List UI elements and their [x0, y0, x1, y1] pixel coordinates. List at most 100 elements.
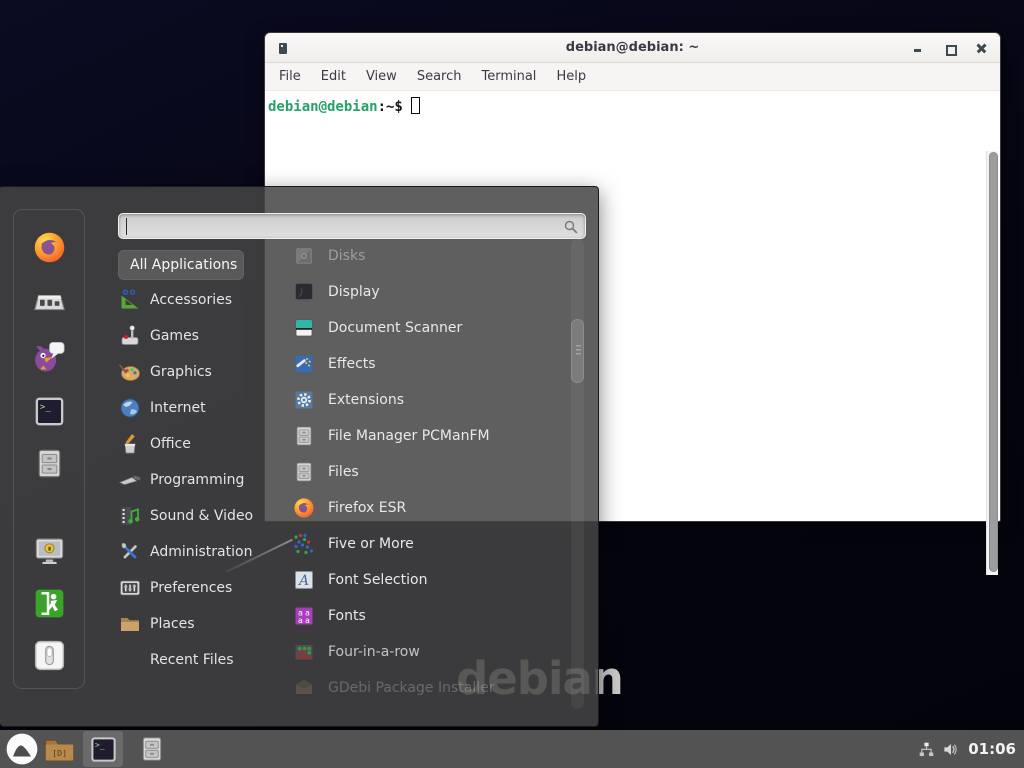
favorites-sidebar: >_: [13, 209, 85, 689]
category-preferences[interactable]: Preferences: [118, 571, 278, 605]
app-label: Font Selection: [328, 572, 427, 588]
app-files[interactable]: Files: [292, 455, 556, 489]
category-graphics[interactable]: Graphics: [118, 355, 278, 389]
terminal-app-icon: [279, 43, 287, 54]
distro-logo-icon: [5, 732, 39, 766]
category-administration[interactable]: Administration: [118, 535, 278, 569]
category-label: Internet: [150, 400, 206, 416]
sound-video-icon: [118, 504, 142, 528]
app-list-scrollbar-thumb[interactable]: [571, 319, 584, 383]
app-label: Disks: [328, 248, 365, 264]
app-firefox-esr[interactable]: Firefox ESR: [292, 491, 556, 525]
category-label: Programming: [150, 472, 244, 488]
disks-icon: [292, 244, 316, 268]
category-all-applications[interactable]: All Applications: [118, 250, 244, 280]
files-launcher[interactable]: [133, 731, 171, 767]
app-label: Files: [328, 464, 359, 480]
file-cabinet-icon: [137, 733, 167, 765]
graphics-icon: [118, 360, 142, 384]
extensions-icon: [292, 388, 316, 412]
internet-icon: [118, 396, 142, 420]
app-fonts[interactable]: aaaa Fonts: [292, 599, 556, 633]
category-places[interactable]: Places: [118, 607, 278, 641]
log-out-icon[interactable]: [28, 582, 70, 624]
category-label: Office: [150, 436, 191, 452]
places-folder-icon: [118, 612, 142, 636]
application-menu: >_ All Applications: [0, 186, 599, 727]
font-selection-icon: A: [292, 568, 316, 592]
lock-screen-icon[interactable]: [28, 530, 70, 572]
folder-icon: [D]: [43, 735, 76, 764]
svg-text:a: a: [298, 616, 303, 625]
category-internet[interactable]: Internet: [118, 391, 278, 425]
four-in-a-row-icon: [292, 640, 316, 664]
administration-icon: [118, 540, 142, 564]
menu-terminal[interactable]: Terminal: [471, 63, 546, 90]
app-gdebi-package-installer[interactable]: GDebi Package Installer: [292, 671, 556, 705]
terminal-task-button[interactable]: >_: [83, 731, 123, 767]
menu-search[interactable]: Search: [407, 63, 472, 90]
app-label: Document Scanner: [328, 320, 462, 336]
app-font-selection[interactable]: A Font Selection: [292, 563, 556, 597]
shut-down-icon[interactable]: [28, 634, 70, 676]
file-manager-launcher[interactable]: [D]: [40, 731, 78, 767]
app-display[interactable]: Display: [292, 275, 556, 309]
games-icon: [118, 324, 142, 348]
app-label: GDebi Package Installer: [328, 680, 494, 696]
category-label: Graphics: [150, 364, 212, 380]
app-extensions[interactable]: Extensions: [292, 383, 556, 417]
prompt-suffix: :~$: [378, 99, 403, 115]
file-cabinet-icon[interactable]: [28, 442, 70, 484]
search-icon: [563, 219, 579, 235]
close-icon[interactable]: [975, 42, 988, 55]
category-sound-video[interactable]: Sound & Video: [118, 499, 278, 533]
effects-icon: [292, 352, 316, 376]
desktop: debian debian@debian: ~ File Edit View S…: [0, 0, 1024, 768]
app-five-or-more[interactable]: Five or More: [292, 527, 556, 561]
accessories-icon: [118, 288, 142, 312]
menu-file[interactable]: File: [269, 63, 311, 90]
app-four-in-a-row[interactable]: Four-in-a-row: [292, 635, 556, 669]
pidgin-icon[interactable]: [28, 334, 70, 376]
terminal-titlebar[interactable]: debian@debian: ~: [265, 33, 1000, 63]
app-file-manager-pcmanfm[interactable]: File Manager PCManFM: [292, 419, 556, 453]
category-accessories[interactable]: Accessories: [118, 283, 278, 317]
fonts-icon: aaaa: [292, 604, 316, 628]
taskbar: [D] >_ 01:06: [0, 730, 1024, 768]
category-office[interactable]: Office: [118, 427, 278, 461]
network-icon[interactable]: [918, 741, 935, 758]
firefox-icon[interactable]: [28, 226, 70, 268]
app-label: File Manager PCManFM: [328, 428, 490, 444]
category-games[interactable]: Games: [118, 319, 278, 353]
firefox-icon: [292, 496, 316, 520]
audio-mixer-icon[interactable]: [28, 280, 70, 322]
svg-text:[D]: [D]: [52, 747, 67, 757]
volume-icon[interactable]: [942, 740, 961, 759]
app-effects[interactable]: Effects: [292, 347, 556, 381]
category-recent-files[interactable]: Recent Files: [118, 643, 278, 677]
app-list-scrollbar[interactable]: [571, 239, 584, 709]
category-label: Preferences: [150, 580, 232, 596]
clock[interactable]: 01:06: [968, 740, 1019, 758]
terminal-cursor: [411, 97, 420, 114]
menu-view[interactable]: View: [356, 63, 407, 90]
terminal-scrollbar[interactable]: [986, 151, 998, 575]
prompt-user: debian@debian: [268, 99, 378, 115]
search-input[interactable]: [118, 213, 586, 239]
category-programming[interactable]: Programming: [118, 463, 278, 497]
terminal-scrollbar-thumb[interactable]: [989, 152, 998, 572]
app-label: Firefox ESR: [328, 500, 406, 516]
maximize-icon[interactable]: [943, 42, 956, 55]
category-label: All Applications: [130, 257, 237, 273]
app-document-scanner[interactable]: Document Scanner: [292, 311, 556, 345]
menu-help[interactable]: Help: [546, 63, 596, 90]
category-label: Accessories: [150, 292, 232, 308]
terminal-launcher-icon[interactable]: >_: [28, 390, 70, 432]
display-icon: [292, 280, 316, 304]
minimize-icon[interactable]: [911, 42, 924, 55]
menu-edit[interactable]: Edit: [311, 63, 356, 90]
text-caret: [126, 218, 127, 235]
app-label: Extensions: [328, 392, 404, 408]
start-menu-button[interactable]: [3, 731, 41, 767]
app-disks[interactable]: Disks: [292, 239, 556, 273]
